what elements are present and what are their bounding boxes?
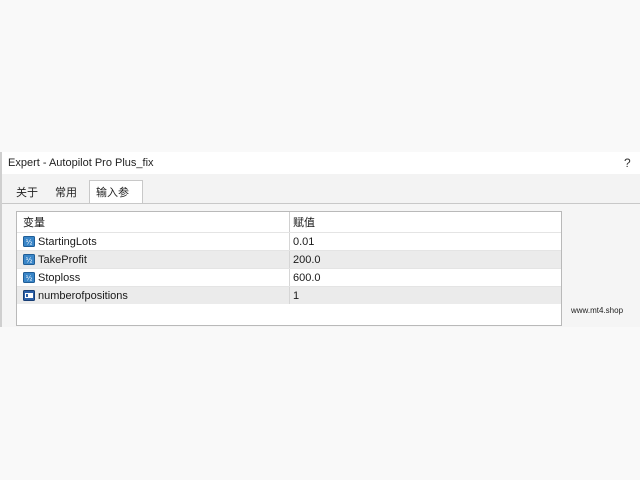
svg-text:½: ½ [26, 257, 33, 265]
tab-inputs[interactable]: 输入参数 [89, 180, 143, 223]
param-name: StartingLots [38, 236, 97, 248]
row-name-cell: ½ TakeProfit [17, 251, 289, 268]
parameters-table: 变量 赋值 ½ StartingLots 0.01 ½ TakeProfit 2… [16, 211, 562, 326]
tab-common[interactable]: 常用 [51, 182, 81, 204]
param-value[interactable]: 600.0 [289, 269, 561, 286]
param-value[interactable]: 1 [289, 287, 561, 304]
table-row[interactable]: ½ Stoploss 600.0 [17, 268, 561, 286]
tab-strip: 关于 常用 输入参数 [0, 174, 640, 223]
help-button[interactable]: ? [624, 156, 631, 170]
int-param-icon [23, 290, 35, 301]
window-border [0, 204, 2, 327]
table-header: 变量 赋值 [17, 212, 561, 232]
param-name: TakeProfit [38, 254, 87, 266]
double-param-icon: ½ [23, 272, 35, 283]
column-header-variable[interactable]: 变量 [17, 212, 289, 232]
svg-text:½: ½ [26, 275, 33, 283]
screen: Expert - Autopilot Pro Plus_fix ? 关于 常用 … [0, 0, 640, 480]
param-name: numberofpositions [38, 290, 128, 302]
row-name-cell: numberofpositions [17, 287, 289, 304]
svg-text:½: ½ [26, 239, 33, 247]
tab-about[interactable]: 关于 [12, 182, 42, 204]
table-row[interactable]: ½ StartingLots 0.01 [17, 232, 561, 250]
column-header-value[interactable]: 赋值 [289, 212, 561, 232]
window-title: Expert - Autopilot Pro Plus_fix [8, 157, 154, 169]
row-name-cell: ½ Stoploss [17, 269, 289, 286]
param-name: Stoploss [38, 272, 81, 284]
param-value[interactable]: 200.0 [289, 251, 561, 268]
row-name-cell: ½ StartingLots [17, 233, 289, 250]
table-row[interactable]: numberofpositions 1 [17, 286, 561, 304]
watermark: www.mt4.shop [571, 306, 624, 315]
dialog-titlebar: Expert - Autopilot Pro Plus_fix ? [0, 152, 640, 174]
param-value[interactable]: 0.01 [289, 233, 561, 250]
table-row[interactable]: ½ TakeProfit 200.0 [17, 250, 561, 268]
double-param-icon: ½ [23, 254, 35, 265]
double-param-icon: ½ [23, 236, 35, 247]
